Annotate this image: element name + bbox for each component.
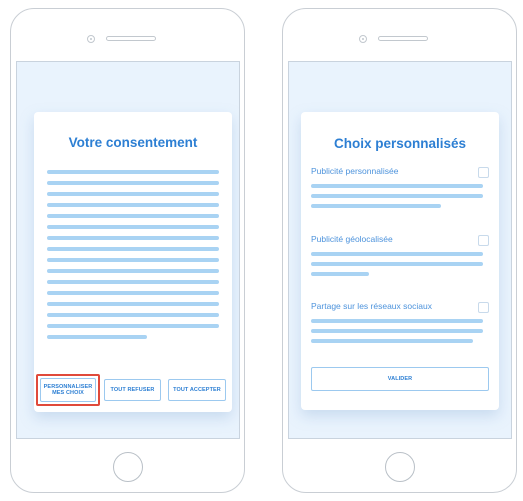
text-placeholder-line xyxy=(311,262,483,266)
option-label: Publicité géolocalisée xyxy=(311,234,393,244)
text-placeholder-line xyxy=(47,192,219,196)
text-placeholder-line xyxy=(47,236,219,240)
refuse-all-button[interactable]: TOUT REFUSER xyxy=(104,379,161,401)
text-placeholder-line xyxy=(47,225,219,229)
dialog-title: Choix personnalisés xyxy=(333,136,467,151)
personalized-ads-checkbox[interactable] xyxy=(478,167,489,178)
speaker-icon xyxy=(378,36,428,41)
text-placeholder-line xyxy=(311,194,483,198)
text-placeholder-line xyxy=(47,258,219,262)
validate-button[interactable]: VALIDER xyxy=(311,367,489,391)
text-placeholder-line xyxy=(311,272,369,276)
speaker-icon xyxy=(106,36,156,41)
text-placeholder-line xyxy=(47,324,219,328)
social-sharing-checkbox[interactable] xyxy=(478,302,489,313)
phone-mockup-consent: Votre consentement PERSONNALISER MES CHO… xyxy=(10,8,245,493)
text-placeholder-line xyxy=(311,184,483,188)
text-placeholder-line xyxy=(47,313,219,317)
text-placeholder-line xyxy=(47,181,219,185)
geolocated-ads-checkbox[interactable] xyxy=(478,235,489,246)
text-placeholder-line xyxy=(311,204,441,208)
text-placeholder-line xyxy=(47,269,219,273)
text-placeholder-line xyxy=(47,247,219,251)
text-placeholder-line xyxy=(47,302,219,306)
text-placeholder-line xyxy=(311,329,483,333)
phone-screen: Choix personnalisés Publicité personnali… xyxy=(288,61,512,439)
consent-dialog: Votre consentement PERSONNALISER MES CHO… xyxy=(34,112,232,412)
front-camera-icon xyxy=(359,35,367,43)
front-camera-icon xyxy=(87,35,95,43)
custom-choices-dialog: Choix personnalisés Publicité personnali… xyxy=(301,112,499,410)
text-placeholder-line xyxy=(47,280,219,284)
text-placeholder-line xyxy=(47,203,219,207)
text-placeholder-line xyxy=(47,170,219,174)
accept-all-button[interactable]: TOUT ACCEPTER xyxy=(168,379,226,401)
home-button[interactable] xyxy=(385,452,415,482)
text-placeholder-line xyxy=(311,319,483,323)
dialog-title: Votre consentement xyxy=(68,135,198,150)
option-label: Partage sur les réseaux sociaux xyxy=(311,301,432,311)
text-placeholder-line xyxy=(47,291,219,295)
text-placeholder-line xyxy=(311,339,473,343)
phone-mockup-custom-choices: Choix personnalisés Publicité personnali… xyxy=(282,8,517,493)
option-label: Publicité personnalisée xyxy=(311,166,399,176)
personalize-choices-button[interactable]: PERSONNALISER MES CHOIX xyxy=(40,378,96,402)
text-placeholder-line xyxy=(311,252,483,256)
text-placeholder-line xyxy=(47,214,219,218)
phone-screen: Votre consentement PERSONNALISER MES CHO… xyxy=(16,61,240,439)
home-button[interactable] xyxy=(113,452,143,482)
text-placeholder-line xyxy=(47,335,147,339)
